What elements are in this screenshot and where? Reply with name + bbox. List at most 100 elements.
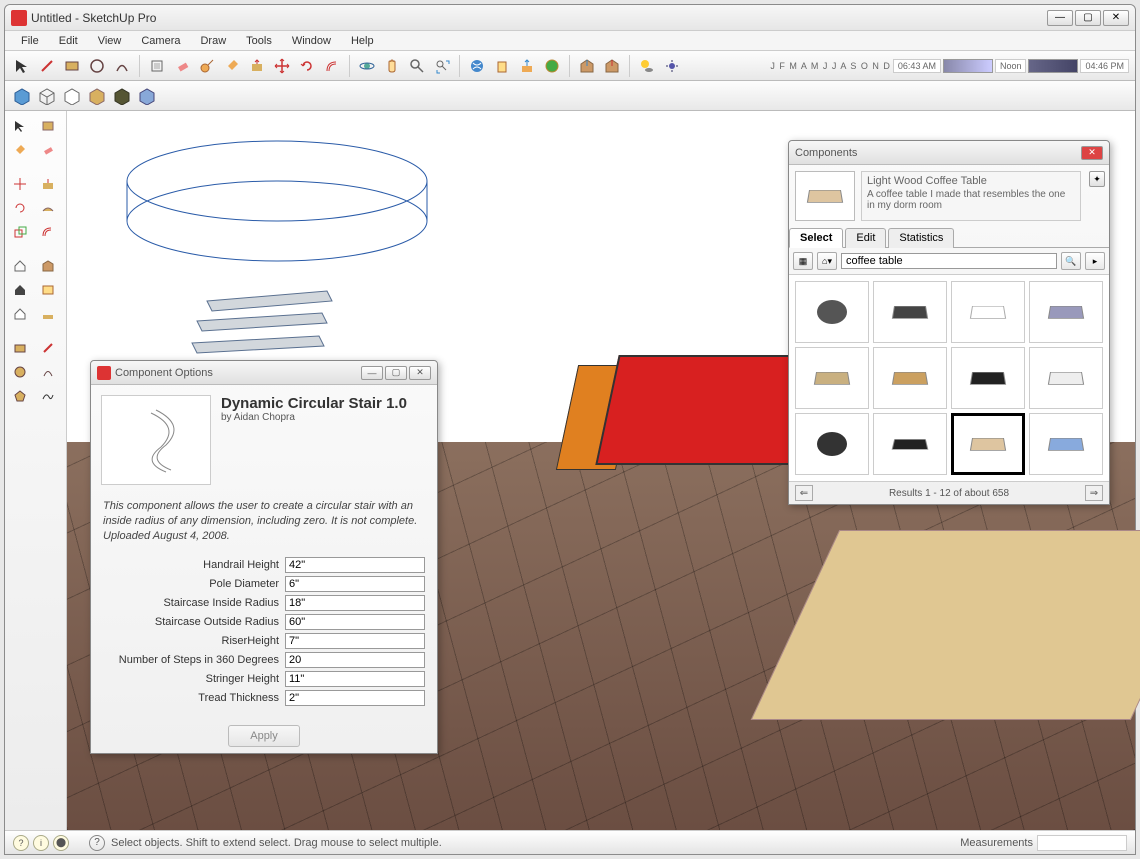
pan-tool-icon[interactable] [381,55,403,77]
field-input-handrail[interactable] [285,557,425,573]
menu-camera[interactable]: Camera [131,35,190,47]
rectangle-tool-icon[interactable] [61,55,83,77]
result-item-selected[interactable] [951,413,1025,475]
result-item[interactable] [795,413,869,475]
menu-draw[interactable]: Draw [190,35,236,47]
result-item[interactable] [1029,281,1103,343]
result-item[interactable] [951,347,1025,409]
time-gradient-1[interactable] [943,59,993,73]
move-tool-icon[interactable] [9,173,31,195]
result-item[interactable] [873,413,947,475]
house-outline-icon[interactable] [9,303,31,325]
platform-icon[interactable] [37,303,59,325]
style-shaded-icon[interactable] [86,85,108,107]
get-location-icon[interactable] [466,55,488,77]
prev-page-icon[interactable]: ⇐ [795,485,813,501]
arc-draw-icon[interactable] [37,361,59,383]
follow-me-icon[interactable] [37,197,59,219]
tab-edit[interactable]: Edit [845,228,886,248]
credit-icon-3[interactable]: ⬤ [53,835,69,851]
component-tool-icon[interactable] [37,115,59,137]
field-input-inside-radius[interactable] [285,595,425,611]
warehouse-share-icon[interactable] [601,55,623,77]
close-button[interactable]: ✕ [1103,10,1129,26]
field-input-riser[interactable] [285,633,425,649]
paint-bucket-icon[interactable] [221,55,243,77]
style-xray-icon[interactable] [11,85,33,107]
select-tool-icon[interactable] [9,115,31,137]
search-input[interactable] [841,253,1057,269]
field-input-tread[interactable] [285,690,425,706]
style-wireframe-icon[interactable] [36,85,58,107]
select-tool-icon[interactable] [11,55,33,77]
next-page-icon[interactable]: ⇒ [1085,485,1103,501]
paint-bucket-icon[interactable] [9,139,31,161]
house-fill-icon[interactable] [9,279,31,301]
nav-dropdown-icon[interactable]: ⌂▾ [817,252,837,270]
measurements-input[interactable] [1037,835,1127,851]
push-pull-icon[interactable] [37,173,59,195]
freehand-draw-icon[interactable] [37,385,59,407]
field-input-pole[interactable] [285,576,425,592]
box-icon[interactable] [37,279,59,301]
zoom-extents-icon[interactable] [431,55,453,77]
result-item[interactable] [873,347,947,409]
dialog-titlebar[interactable]: Component Options — ▢ ✕ [91,361,437,385]
menu-edit[interactable]: Edit [49,35,88,47]
offset-tool-icon[interactable] [37,221,59,243]
rotate-tool-icon[interactable] [296,55,318,77]
make-component-icon[interactable] [146,55,168,77]
orbit-tool-icon[interactable] [356,55,378,77]
warehouse-icon[interactable] [37,255,59,277]
menu-view[interactable]: View [88,35,132,47]
style-hidden-line-icon[interactable] [61,85,83,107]
line-draw-icon[interactable] [37,337,59,359]
credit-icon-1[interactable]: ? [13,835,29,851]
result-item[interactable] [951,281,1025,343]
dialog-close-button[interactable]: ✕ [409,366,431,380]
move-tool-icon[interactable] [271,55,293,77]
style-monochrome-icon[interactable] [136,85,158,107]
push-pull-icon[interactable] [246,55,268,77]
dialog-maximize-button[interactable]: ▢ [385,366,407,380]
arc-tool-icon[interactable] [111,55,133,77]
time-gradient-2[interactable] [1028,59,1078,73]
warehouse-get-icon[interactable] [576,55,598,77]
eraser-tool-icon[interactable] [171,55,193,77]
credit-icon-2[interactable]: i [33,835,49,851]
house-icon[interactable] [9,255,31,277]
upload-icon[interactable] [516,55,538,77]
help-icon[interactable]: ? [89,835,105,851]
result-item[interactable] [795,347,869,409]
offset-tool-icon[interactable] [321,55,343,77]
expand-button[interactable]: ✦ [1089,171,1105,187]
polygon-draw-icon[interactable] [9,385,31,407]
view-grid-icon[interactable]: ▦ [793,252,813,270]
search-icon[interactable]: 🔍 [1061,252,1081,270]
minimize-button[interactable]: — [1047,10,1073,26]
rotate-tool-icon[interactable] [9,197,31,219]
style-texture-icon[interactable] [111,85,133,107]
panel-titlebar[interactable]: Components ✕ [789,141,1109,165]
details-icon[interactable]: ▸ [1085,252,1105,270]
menu-file[interactable]: File [11,35,49,47]
menu-help[interactable]: Help [341,35,384,47]
field-input-steps[interactable] [285,652,425,668]
tab-statistics[interactable]: Statistics [888,228,954,248]
menu-window[interactable]: Window [282,35,341,47]
shadow-settings-icon[interactable] [661,55,683,77]
maximize-button[interactable]: ▢ [1075,10,1101,26]
apply-button[interactable]: Apply [228,725,300,747]
line-tool-icon[interactable] [36,55,58,77]
result-item[interactable] [1029,347,1103,409]
dialog-minimize-button[interactable]: — [361,366,383,380]
result-item[interactable] [1029,413,1103,475]
menu-tools[interactable]: Tools [236,35,282,47]
tape-measure-icon[interactable] [196,55,218,77]
result-item[interactable] [873,281,947,343]
field-input-outside-radius[interactable] [285,614,425,630]
scale-tool-icon[interactable] [9,221,31,243]
shadow-toggle-icon[interactable] [636,55,658,77]
zoom-tool-icon[interactable] [406,55,428,77]
preview-ge-icon[interactable] [541,55,563,77]
